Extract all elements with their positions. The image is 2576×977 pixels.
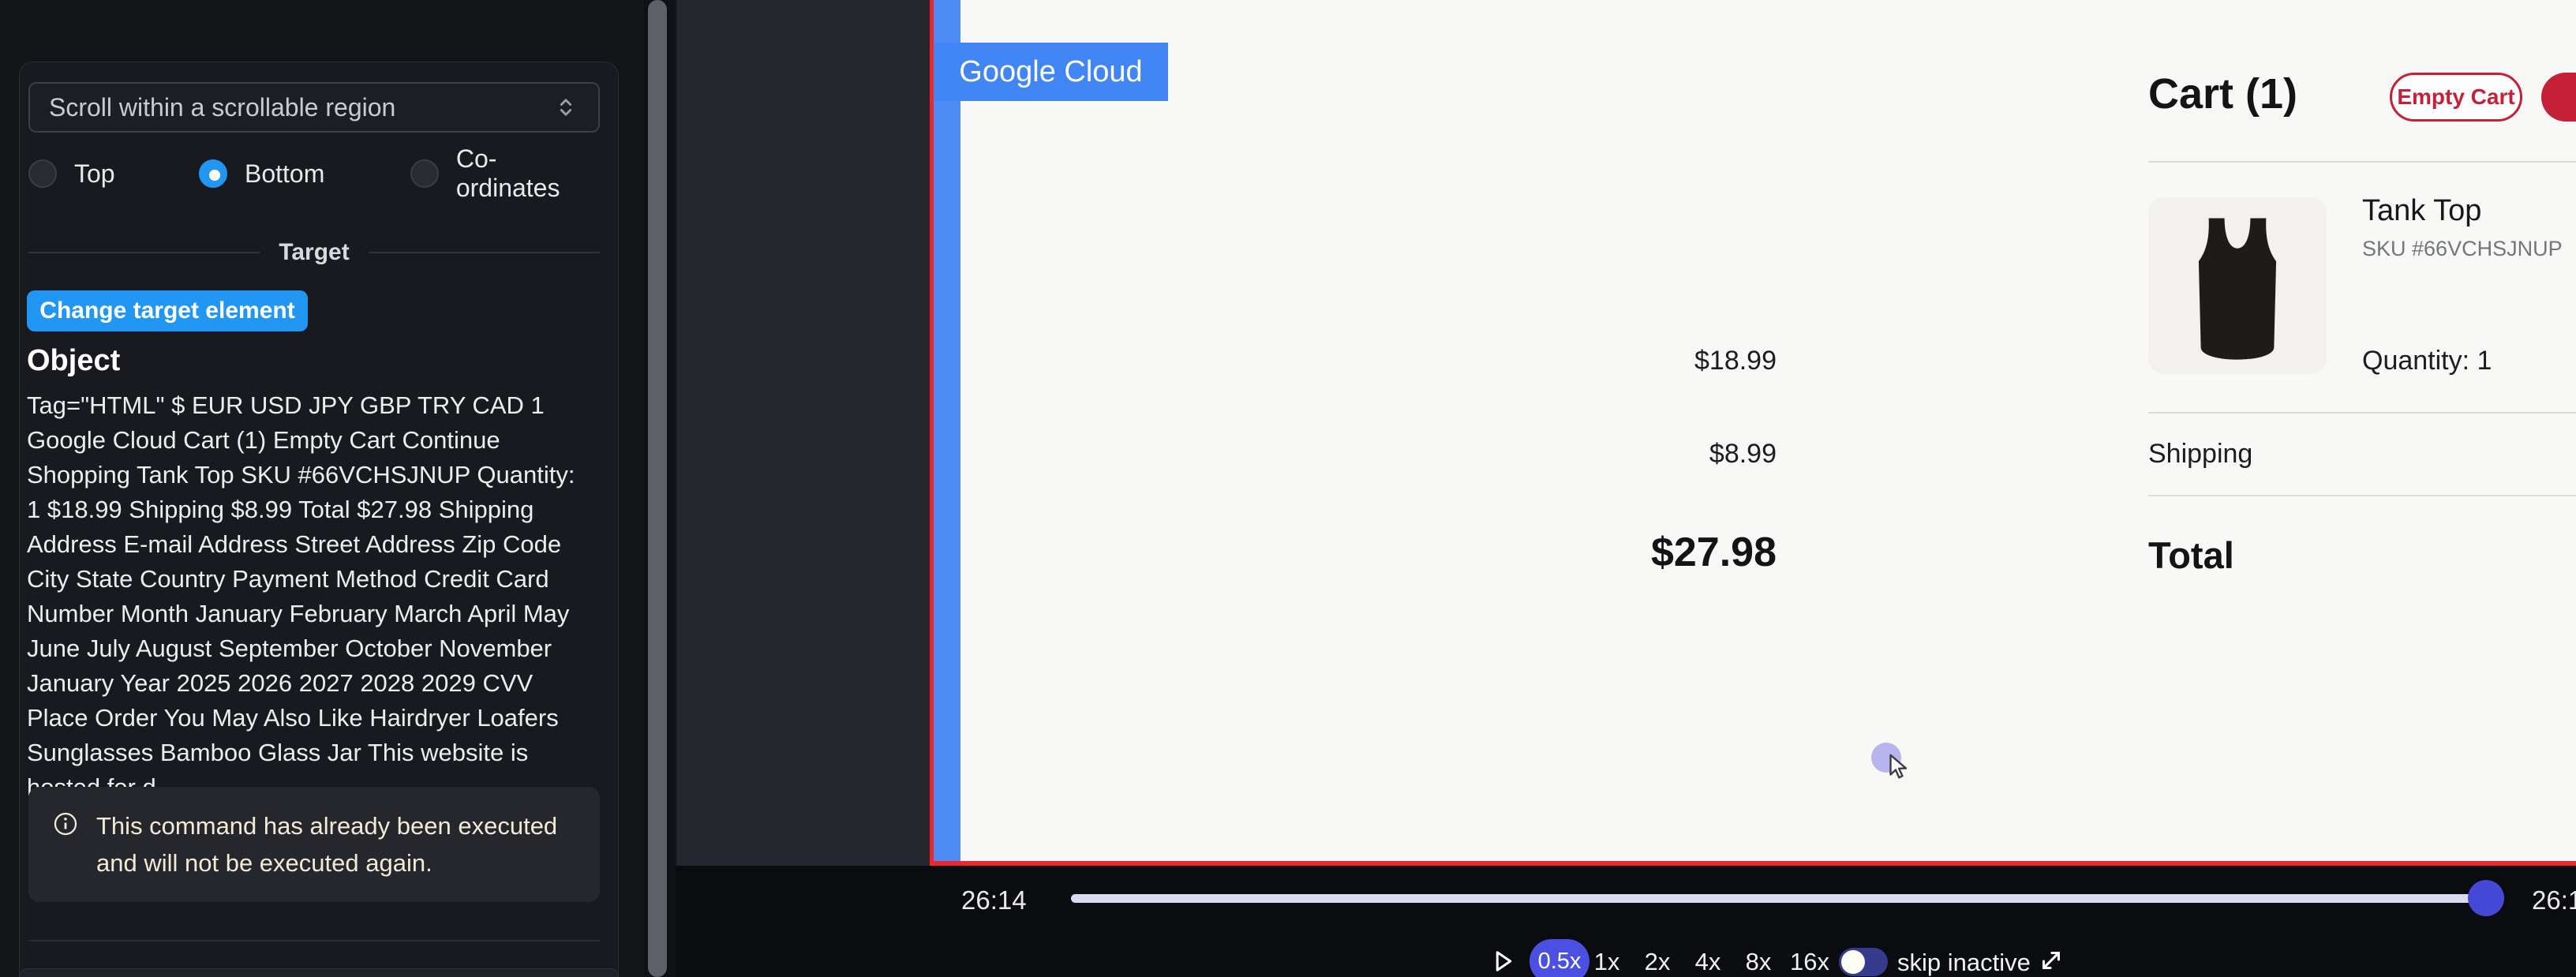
total-value: $27.98 — [1651, 529, 1777, 576]
speed-0-5x-button[interactable]: 0.5x — [1530, 939, 1589, 977]
element-highlight-bottom-border — [930, 861, 2576, 866]
radio-top-dot[interactable] — [28, 159, 57, 188]
sidebar-scrollbar-track — [644, 0, 676, 977]
scroll-position-radio-group: Top Bottom Co-ordinates — [28, 158, 600, 189]
divider-line — [28, 252, 260, 253]
step-editor-sidebar: Scroll within a scrollable region Top Bo… — [0, 0, 644, 977]
viewport-letterbox — [676, 0, 930, 866]
next-step-card-edge — [19, 968, 619, 977]
radio-coordinates[interactable]: Co-ordinates — [410, 158, 600, 189]
timeline-knob[interactable] — [2468, 880, 2504, 916]
product-sku: SKU #66VCHSJNUP — [2362, 237, 2563, 261]
execution-notice: This command has already been executed a… — [28, 787, 600, 902]
cart-divider — [2148, 495, 2576, 496]
sidebar-scrollbar-thumb[interactable] — [648, 0, 667, 977]
cart-heading: Cart (1) — [2148, 69, 2297, 118]
toggle-knob — [1841, 950, 1865, 974]
speed-1x-button[interactable]: 1x — [1591, 947, 1623, 977]
play-button[interactable] — [1488, 947, 1517, 975]
action-select-value: Scroll within a scrollable region — [49, 93, 552, 122]
divider-line — [369, 252, 600, 253]
radio-top[interactable]: Top — [28, 158, 115, 189]
radio-coordinates-label: Co-ordinates — [456, 144, 600, 203]
session-replay-screen: Scroll within a scrollable region Top Bo… — [0, 0, 2576, 977]
cart-divider — [2148, 412, 2576, 414]
current-time: 26:14 — [961, 885, 1027, 915]
select-updown-icon — [552, 94, 579, 121]
radio-bottom-dot[interactable] — [199, 159, 227, 188]
skip-inactive-toggle[interactable] — [1839, 948, 1888, 976]
empty-cart-button[interactable]: Empty Cart — [2390, 73, 2522, 122]
shipping-label: Shipping — [2148, 439, 2252, 470]
skip-inactive-label: skip inactive — [1897, 949, 2031, 977]
shipping-value: $8.99 — [1709, 439, 1777, 470]
fullscreen-icon[interactable] — [2036, 945, 2066, 975]
change-target-button[interactable]: Change target element — [27, 290, 308, 331]
total-label: Total — [2148, 533, 2234, 577]
speed-8x-button[interactable]: 8x — [1743, 947, 1774, 977]
speed-4x-button[interactable]: 4x — [1692, 947, 1724, 977]
target-section-label: Target — [279, 239, 349, 266]
radio-top-label: Top — [74, 159, 115, 189]
radio-coordinates-dot[interactable] — [410, 159, 439, 188]
action-select[interactable]: Scroll within a scrollable region — [28, 82, 600, 133]
end-time: 26:15 — [2532, 885, 2576, 915]
element-highlight-left-border — [930, 0, 934, 866]
website-viewport: Cart (1) Empty Cart Continue Shopping Ta… — [960, 0, 2576, 861]
timeline-track[interactable] — [1071, 894, 2484, 903]
radio-bottom[interactable]: Bottom — [199, 158, 324, 189]
radio-bottom-label: Bottom — [245, 159, 324, 189]
info-icon — [52, 810, 79, 837]
tank-top-graphic — [2159, 207, 2316, 365]
execution-notice-text: This command has already been executed a… — [96, 807, 576, 882]
product-price: $18.99 — [1694, 346, 1777, 376]
mouse-cursor-icon — [1885, 752, 1913, 780]
speed-16x-button[interactable]: 16x — [1787, 947, 1833, 977]
scroll-region-highlight-bar — [934, 0, 960, 861]
product-quantity: Quantity: 1 — [2362, 346, 2492, 376]
replay-player-bar — [676, 866, 2576, 977]
object-description: Tag="HTML" $ EUR USD JPY GBP TRY CAD 1 G… — [27, 388, 593, 805]
target-section-divider: Target — [28, 238, 600, 267]
continue-shopping-button[interactable]: Continue Shopping — [2541, 73, 2576, 122]
product-image-tank-top — [2148, 197, 2327, 374]
speed-2x-button[interactable]: 2x — [1642, 947, 1673, 977]
product-title: Tank Top — [2362, 194, 2481, 228]
object-heading: Object — [27, 344, 120, 378]
header-divider — [2148, 161, 2576, 163]
sidebar-divider — [28, 940, 600, 941]
google-cloud-badge: Google Cloud — [934, 43, 1168, 101]
